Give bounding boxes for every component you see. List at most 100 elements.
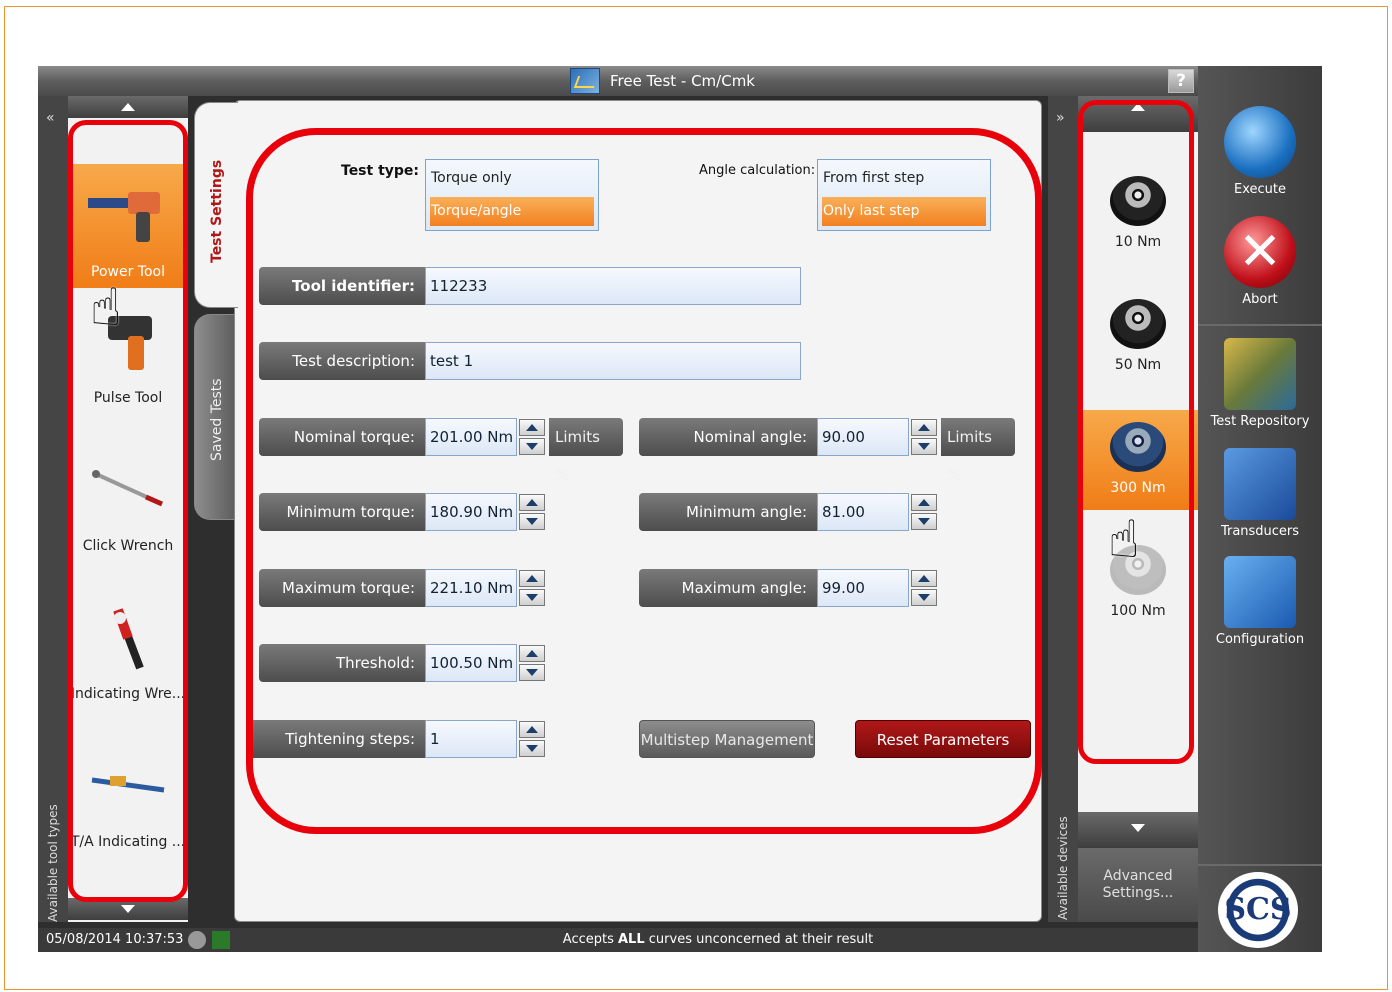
device-item-selected[interactable]: 300 Nm [1078, 410, 1198, 510]
spin-down-icon[interactable] [911, 513, 937, 530]
tool-item-indicating-wrench[interactable]: Indicating Wre... [68, 586, 188, 710]
minimum-angle-input[interactable]: 81.00 [817, 493, 909, 531]
maximum-angle-stepper[interactable] [909, 569, 939, 607]
option-torque-only[interactable]: Torque only [430, 164, 594, 193]
maximum-torque-stepper[interactable] [517, 569, 547, 607]
minimum-angle-label: Minimum angle: [639, 493, 817, 531]
nominal-torque-label: Nominal torque: [259, 418, 425, 456]
tool-label: Power Tool [91, 264, 165, 280]
spin-up-icon[interactable] [911, 419, 937, 436]
device-label: 50 Nm [1114, 357, 1162, 373]
help-button[interactable]: ? [1168, 69, 1194, 93]
tool-item-click-wrench[interactable]: Click Wrench [68, 438, 188, 562]
tightening-steps-stepper[interactable] [517, 720, 547, 758]
transducers-icon [1224, 448, 1296, 520]
hand-cursor-icon: ☝ [90, 278, 122, 338]
title-bar: Free Test - Cm/Cmk ? [38, 66, 1198, 96]
test-repository-icon [1224, 338, 1296, 410]
tab-saved-tests[interactable]: Saved Tests [194, 314, 238, 520]
test-repository-button[interactable]: Test Repository [1198, 338, 1322, 429]
multistep-management-button[interactable]: Multistep Management [639, 720, 815, 758]
threshold-stepper[interactable] [517, 644, 547, 682]
configuration-icon [1224, 556, 1296, 628]
expand-right-icon[interactable]: » [1056, 110, 1065, 126]
spin-down-icon[interactable] [519, 438, 545, 455]
spin-down-icon[interactable] [519, 589, 545, 606]
spin-up-icon[interactable] [519, 494, 545, 511]
action-bar: Execute ✕ Abort Test Repository Transduc… [1198, 66, 1322, 952]
devices-scroll-up-button[interactable] [1078, 96, 1198, 132]
tool-label: Indicating Wre... [70, 686, 186, 702]
device-item[interactable]: 10 Nm [1078, 164, 1198, 264]
option-only-last-step[interactable]: Only last step [822, 197, 986, 226]
maximum-torque-label: Maximum torque: [259, 569, 425, 607]
spin-up-icon[interactable] [519, 721, 545, 738]
maximum-angle-input[interactable]: 99.00 [817, 569, 909, 607]
option-from-first-step[interactable]: From first step [822, 164, 986, 193]
torque-limits-button[interactable]: Limits %. [549, 418, 623, 484]
spin-down-icon[interactable] [519, 664, 545, 681]
tool-identifier-input[interactable]: 112233 [425, 267, 801, 305]
spin-up-icon[interactable] [911, 494, 937, 511]
spin-down-icon[interactable] [519, 740, 545, 757]
scroll-up-icon [1131, 103, 1145, 111]
tab-label: Test Settings [209, 159, 225, 263]
tool-types-strip[interactable]: « Available tool types [38, 96, 68, 922]
angle-limits-button[interactable]: Limits %. [941, 418, 1015, 484]
tool-types-list: Power Tool Pulse Tool Click Wrench Indic… [68, 96, 188, 922]
abort-button[interactable]: ✕ Abort [1198, 216, 1322, 307]
tab-label: Saved Tests [209, 378, 225, 461]
execute-button[interactable]: Execute [1198, 106, 1322, 197]
scroll-down-icon [121, 905, 135, 913]
tool-label: Pulse Tool [93, 390, 163, 406]
tool-label: Click Wrench [82, 538, 174, 554]
advanced-settings-button[interactable]: Advanced Settings... [1078, 848, 1198, 922]
minimum-angle-stepper[interactable] [909, 493, 939, 531]
tool-item-pulse-tool[interactable]: Pulse Tool [68, 290, 188, 414]
devices-scroll-down-button[interactable] [1078, 812, 1198, 848]
test-description-input[interactable]: test 1 [425, 342, 801, 380]
spin-up-icon[interactable] [911, 570, 937, 587]
minimum-torque-label: Minimum torque: [259, 493, 425, 531]
ta-indicating-icon [91, 776, 165, 793]
maximum-torque-input[interactable]: 221.10 Nm [425, 569, 517, 607]
minimum-torque-input[interactable]: 180.90 Nm [425, 493, 517, 531]
status-message-suffix: curves unconcerned at their result [644, 932, 874, 947]
spin-down-icon[interactable] [911, 589, 937, 606]
option-torque-angle[interactable]: Torque/angle [430, 197, 594, 226]
spin-up-icon[interactable] [519, 419, 545, 436]
tab-test-settings[interactable]: Test Settings [194, 102, 238, 308]
spin-up-icon[interactable] [519, 570, 545, 587]
app-chart-icon [570, 68, 600, 94]
spin-down-icon[interactable] [519, 513, 545, 530]
status-message-bold: ALL [618, 932, 645, 947]
device-item[interactable]: 50 Nm [1078, 287, 1198, 387]
test-type-list[interactable]: Torque only Torque/angle [425, 159, 599, 231]
transducers-label: Transducers [1220, 524, 1300, 539]
tools-scroll-down-button[interactable] [68, 898, 188, 920]
configuration-button[interactable]: Configuration [1198, 556, 1322, 647]
reset-parameters-button[interactable]: Reset Parameters [855, 720, 1031, 758]
minimum-torque-stepper[interactable] [517, 493, 547, 531]
action-separator [1198, 324, 1322, 326]
spin-down-icon[interactable] [911, 438, 937, 455]
tool-item-power-tool[interactable]: Power Tool [68, 164, 188, 288]
device-label: 100 Nm [1110, 603, 1166, 619]
nominal-torque-input[interactable]: 201.00 Nm [425, 418, 517, 456]
spin-up-icon[interactable] [519, 645, 545, 662]
transducer-drum-icon [1110, 176, 1166, 226]
tools-scroll-up-button[interactable] [68, 96, 188, 118]
click-wrench-icon [92, 470, 164, 507]
transducers-button[interactable]: Transducers [1198, 448, 1322, 539]
threshold-input[interactable]: 100.50 Nm [425, 644, 517, 682]
devices-strip[interactable]: » Available devices [1048, 96, 1078, 922]
nominal-torque-stepper[interactable] [517, 418, 547, 456]
angle-calculation-list[interactable]: From first step Only last step [817, 159, 991, 231]
tool-item-ta-indicating[interactable]: T/A Indicating ... [68, 734, 188, 858]
tightening-steps-input[interactable]: 1 [425, 720, 517, 758]
scroll-down-icon [1131, 824, 1145, 832]
nominal-angle-stepper[interactable] [909, 418, 939, 456]
collapse-left-icon[interactable]: « [46, 110, 55, 126]
tightening-steps-label: Tightening steps: [247, 720, 425, 758]
nominal-angle-input[interactable]: 90.00 [817, 418, 909, 456]
